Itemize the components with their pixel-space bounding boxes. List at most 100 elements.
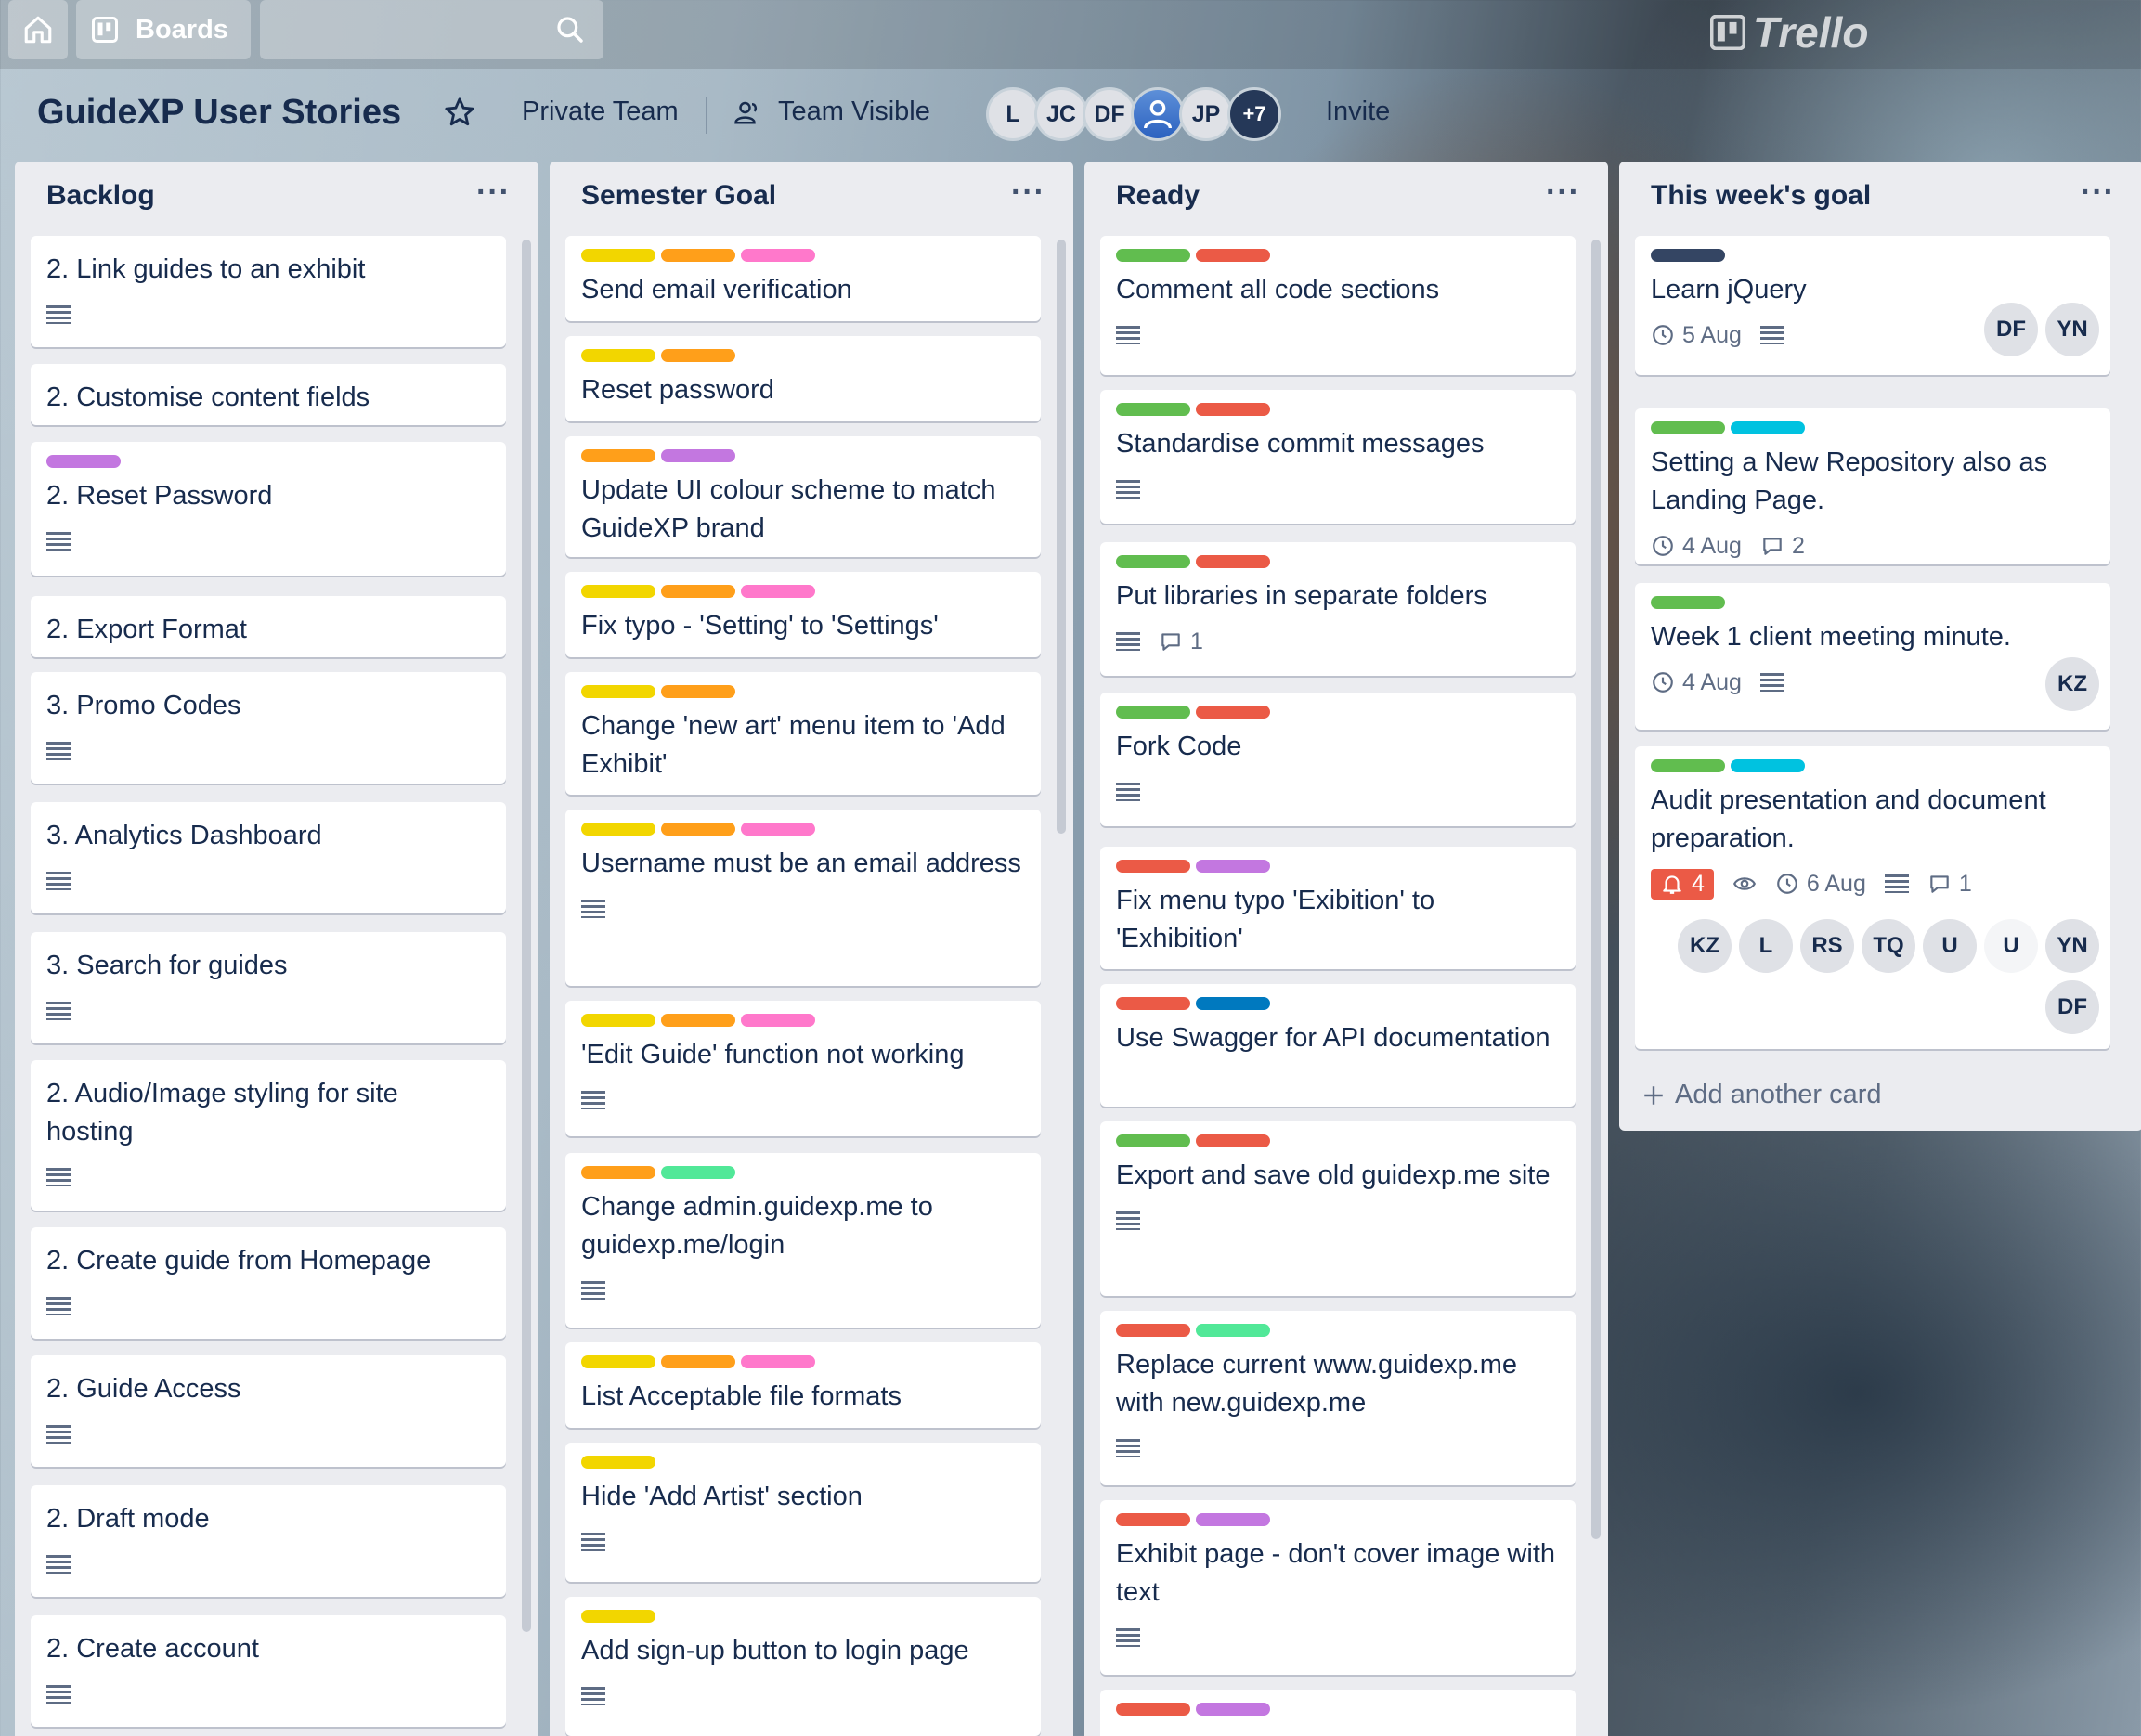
- member-avatar[interactable]: L: [1739, 919, 1793, 973]
- label-purple[interactable]: [1196, 1513, 1270, 1526]
- label-yellow[interactable]: [581, 249, 655, 262]
- member-avatar[interactable]: JC: [1034, 87, 1088, 141]
- label-orange[interactable]: [661, 823, 735, 836]
- label-blue[interactable]: [1196, 997, 1270, 1010]
- label-yellow[interactable]: [581, 1355, 655, 1368]
- label-green[interactable]: [1651, 421, 1725, 434]
- card[interactable]: 2. Audio/Image styling for site hosting: [31, 1060, 506, 1211]
- label-orange[interactable]: [661, 349, 735, 362]
- due-date-badge[interactable]: 4 Aug: [1651, 533, 1742, 560]
- card[interactable]: [1100, 1690, 1576, 1736]
- member-avatar[interactable]: YN: [2045, 303, 2099, 356]
- card[interactable]: 2. Reset Password: [31, 442, 506, 576]
- card[interactable]: 2. Guide Access: [31, 1355, 506, 1467]
- list-backlog[interactable]: Backlog ··· 2. Link guides to an exhibit…: [15, 162, 538, 1736]
- label-orange[interactable]: [661, 1355, 735, 1368]
- due-date-badge[interactable]: 4 Aug: [1651, 669, 1742, 696]
- label-yellow[interactable]: [581, 1456, 655, 1469]
- label-sky[interactable]: [1731, 421, 1805, 434]
- member-avatar[interactable]: RS: [1800, 919, 1854, 973]
- list-menu-button[interactable]: ···: [2081, 175, 2115, 211]
- label-yellow[interactable]: [581, 823, 655, 836]
- card[interactable]: 2. Export Format: [31, 596, 506, 657]
- card[interactable]: 3. Promo Codes: [31, 672, 506, 784]
- label-pink[interactable]: [741, 1014, 815, 1027]
- label-purple[interactable]: [1196, 860, 1270, 873]
- label-orange[interactable]: [661, 585, 735, 598]
- label-red[interactable]: [1116, 860, 1190, 873]
- label-orange[interactable]: [661, 685, 735, 698]
- card[interactable]: Username must be an email address: [565, 810, 1041, 986]
- label-green[interactable]: [1116, 403, 1190, 416]
- card[interactable]: List Acceptable file formats: [565, 1342, 1041, 1428]
- label-orange[interactable]: [581, 1166, 655, 1179]
- label-navy[interactable]: [1651, 249, 1725, 262]
- card[interactable]: 2. Create account: [31, 1615, 506, 1727]
- list-title[interactable]: Backlog: [46, 180, 155, 212]
- list-this-weeks-goal[interactable]: This week's goal ··· Learn jQuery 5 Aug DF…: [1619, 162, 2141, 1131]
- card[interactable]: Export and save old guidexp.me site: [1100, 1121, 1576, 1296]
- more-members-button[interactable]: +7: [1227, 87, 1281, 141]
- label-pink[interactable]: [741, 249, 815, 262]
- search-input[interactable]: [260, 0, 603, 59]
- card[interactable]: Update UI colour scheme to match GuideXP…: [565, 436, 1041, 557]
- team-visible-button[interactable]: Team Visible: [733, 97, 930, 127]
- label-green[interactable]: [1116, 1134, 1190, 1147]
- card[interactable]: Fix menu typo 'Exibition' to 'Exhibition…: [1100, 847, 1576, 969]
- member-avatar[interactable]: YN: [2045, 919, 2099, 973]
- list-scrollbar[interactable]: [1057, 240, 1066, 834]
- list-title[interactable]: Ready: [1116, 180, 1200, 212]
- label-red[interactable]: [1116, 1513, 1190, 1526]
- label-red[interactable]: [1196, 249, 1270, 262]
- label-yellow[interactable]: [581, 685, 655, 698]
- label-pink[interactable]: [741, 823, 815, 836]
- card[interactable]: Exhibit page - don't cover image with te…: [1100, 1500, 1576, 1675]
- card[interactable]: Put libraries in separate folders 1: [1100, 542, 1576, 676]
- card[interactable]: Standardise commit messages: [1100, 390, 1576, 524]
- card[interactable]: Audit presentation and document preparat…: [1635, 746, 2110, 1049]
- card[interactable]: Send email verification: [565, 236, 1041, 321]
- member-avatar[interactable]: DF: [1083, 87, 1136, 141]
- label-pink[interactable]: [741, 585, 815, 598]
- label-orange[interactable]: [661, 249, 735, 262]
- list-scrollbar[interactable]: [522, 240, 531, 1632]
- card[interactable]: Replace current www.guidexp.me with new.…: [1100, 1311, 1576, 1485]
- card[interactable]: 'Edit Guide' function not working: [565, 1001, 1041, 1136]
- label-red[interactable]: [1196, 555, 1270, 568]
- list-ready[interactable]: Ready ··· Comment all code sections Stand…: [1084, 162, 1608, 1736]
- label-orange[interactable]: [661, 1014, 735, 1027]
- boards-button[interactable]: Boards: [76, 0, 251, 59]
- card[interactable]: Use Swagger for API documentation: [1100, 984, 1576, 1107]
- due-date-badge[interactable]: 6 Aug: [1775, 871, 1866, 898]
- card[interactable]: Setting a New Repository also as Landing…: [1635, 408, 2110, 564]
- list-title[interactable]: This week's goal: [1651, 180, 1871, 212]
- member-avatar[interactable]: DF: [1984, 303, 2038, 356]
- list-title[interactable]: Semester Goal: [581, 180, 776, 212]
- notification-badge[interactable]: 4: [1651, 868, 1714, 900]
- card[interactable]: Week 1 client meeting minute. 4 Aug KZ: [1635, 583, 2110, 730]
- member-avatar[interactable]: JP: [1179, 87, 1233, 141]
- card[interactable]: 2. Customise content fields: [31, 364, 506, 425]
- card[interactable]: Hide 'Add Artist' section: [565, 1443, 1041, 1582]
- add-card-button[interactable]: Add another card: [1641, 1080, 1881, 1110]
- member-avatar[interactable]: U: [1923, 919, 1977, 973]
- label-yellow[interactable]: [581, 349, 655, 362]
- member-avatar[interactable]: [1131, 87, 1185, 141]
- list-menu-button[interactable]: ···: [476, 175, 511, 211]
- card[interactable]: 3. Search for guides: [31, 932, 506, 1043]
- label-yellow[interactable]: [581, 1610, 655, 1623]
- list-scrollbar[interactable]: [1591, 240, 1601, 1539]
- label-purple[interactable]: [1196, 1703, 1270, 1716]
- label-green[interactable]: [1651, 596, 1725, 609]
- member-avatar[interactable]: U: [1984, 919, 2038, 973]
- label-lime[interactable]: [661, 1166, 735, 1179]
- card[interactable]: Fork Code: [1100, 693, 1576, 826]
- card[interactable]: Add sign-up button to login page: [565, 1597, 1041, 1736]
- star-icon[interactable]: [444, 97, 475, 128]
- label-yellow[interactable]: [581, 1014, 655, 1027]
- private-team-button[interactable]: Private Team: [522, 97, 679, 127]
- member-avatar[interactable]: KZ: [2045, 657, 2099, 711]
- label-green[interactable]: [1116, 555, 1190, 568]
- label-purple[interactable]: [46, 455, 121, 468]
- card[interactable]: Fix typo - 'Setting' to 'Settings': [565, 572, 1041, 657]
